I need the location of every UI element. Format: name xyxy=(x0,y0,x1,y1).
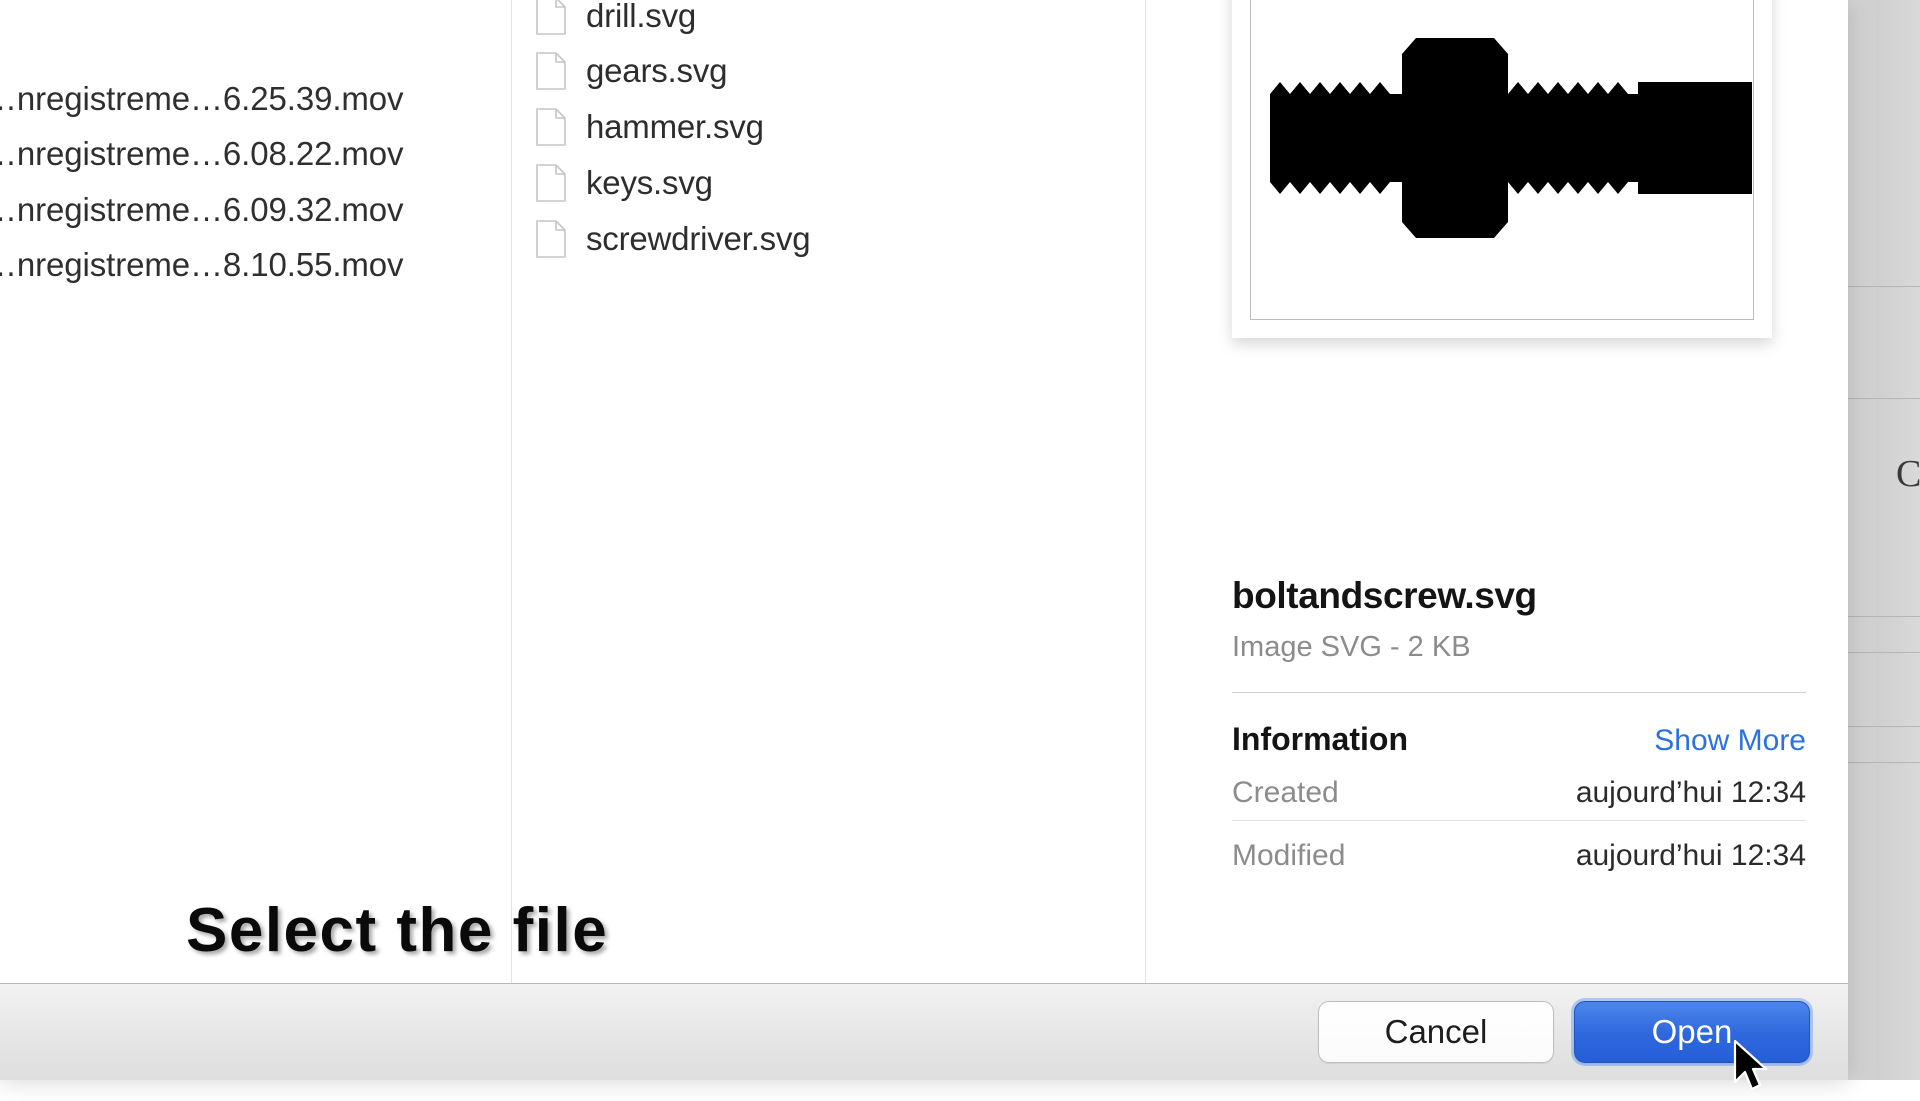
column-files[interactable]: drill.svg gears.svg hammer.svg keys.svg … xyxy=(512,0,1146,983)
info-value: aujourd’hui 12:34 xyxy=(1575,776,1806,809)
list-item[interactable]: …nregistreme…8.10.55.mov xyxy=(0,246,404,284)
info-row-modified: Modified aujourd’hui 12:34 xyxy=(1232,820,1806,883)
info-row-created: Created aujourd’hui 12:34 xyxy=(1232,758,1806,820)
background-app-panel: C xyxy=(1847,0,1920,1080)
list-item[interactable]: …nregistreme…6.25.39.mov xyxy=(0,80,404,118)
show-more-link[interactable]: Show More xyxy=(1654,724,1806,758)
list-item[interactable]: …nregistreme…6.08.22.mov xyxy=(0,135,404,173)
file-name: hammer.svg xyxy=(586,108,764,145)
background-rule xyxy=(1848,726,1920,727)
information-header: Information Show More xyxy=(1232,721,1806,758)
list-item[interactable]: keys.svg xyxy=(512,155,1145,211)
background-rule xyxy=(1848,286,1920,287)
info-key: Created xyxy=(1232,776,1339,809)
open-button[interactable]: Open xyxy=(1574,1001,1810,1063)
file-name: drill.svg xyxy=(586,0,697,34)
background-partial-glyph: C xyxy=(1896,453,1920,495)
file-icon xyxy=(536,52,566,90)
cancel-button[interactable]: Cancel xyxy=(1318,1001,1554,1063)
background-rule xyxy=(1848,762,1920,763)
column-browser: s …nregistreme…6.25.39.mov …nregistreme…… xyxy=(0,0,1848,983)
file-name: keys.svg xyxy=(586,164,713,201)
preview-file-name: boltandscrew.svg xyxy=(1232,575,1537,616)
column-recents[interactable]: s …nregistreme…6.25.39.mov …nregistreme…… xyxy=(0,0,512,983)
file-icon xyxy=(536,220,566,258)
preview-thumbnail xyxy=(1232,0,1772,338)
dialog-footer: Cancel Open xyxy=(0,983,1848,1080)
background-rule xyxy=(1848,398,1920,399)
instruction-caption: Select the file xyxy=(186,896,609,965)
background-rule xyxy=(1848,652,1920,653)
preview-thumbnail-frame xyxy=(1250,0,1754,320)
file-name: screwdriver.svg xyxy=(586,220,811,257)
list-item[interactable]: hammer.svg xyxy=(512,99,1145,155)
file-icon xyxy=(536,164,566,202)
preview-file-kind: Image SVG - 2 KB xyxy=(1232,631,1471,663)
column-preview: boltandscrew.svg Image SVG - 2 KB Inform… xyxy=(1146,0,1848,983)
list-item[interactable]: …nregistreme…6.09.32.mov xyxy=(0,191,404,229)
metadata-divider xyxy=(1232,692,1806,693)
file-icon xyxy=(536,0,566,35)
file-name: gears.svg xyxy=(586,52,728,89)
bolt-and-screw-icon xyxy=(1270,38,1752,238)
info-value: aujourd’hui 12:34 xyxy=(1575,839,1806,872)
info-key: Modified xyxy=(1232,839,1346,872)
file-icon xyxy=(536,108,566,146)
mouse-cursor xyxy=(1733,1039,1773,1101)
list-item[interactable]: drill.svg xyxy=(512,0,1145,44)
preview-metadata: boltandscrew.svg Image SVG - 2 KB Inform… xyxy=(1232,575,1806,883)
list-item[interactable]: gears.svg xyxy=(512,43,1145,99)
background-rule xyxy=(1848,616,1920,617)
list-item[interactable]: screwdriver.svg xyxy=(512,211,1145,267)
information-title: Information xyxy=(1232,721,1408,757)
